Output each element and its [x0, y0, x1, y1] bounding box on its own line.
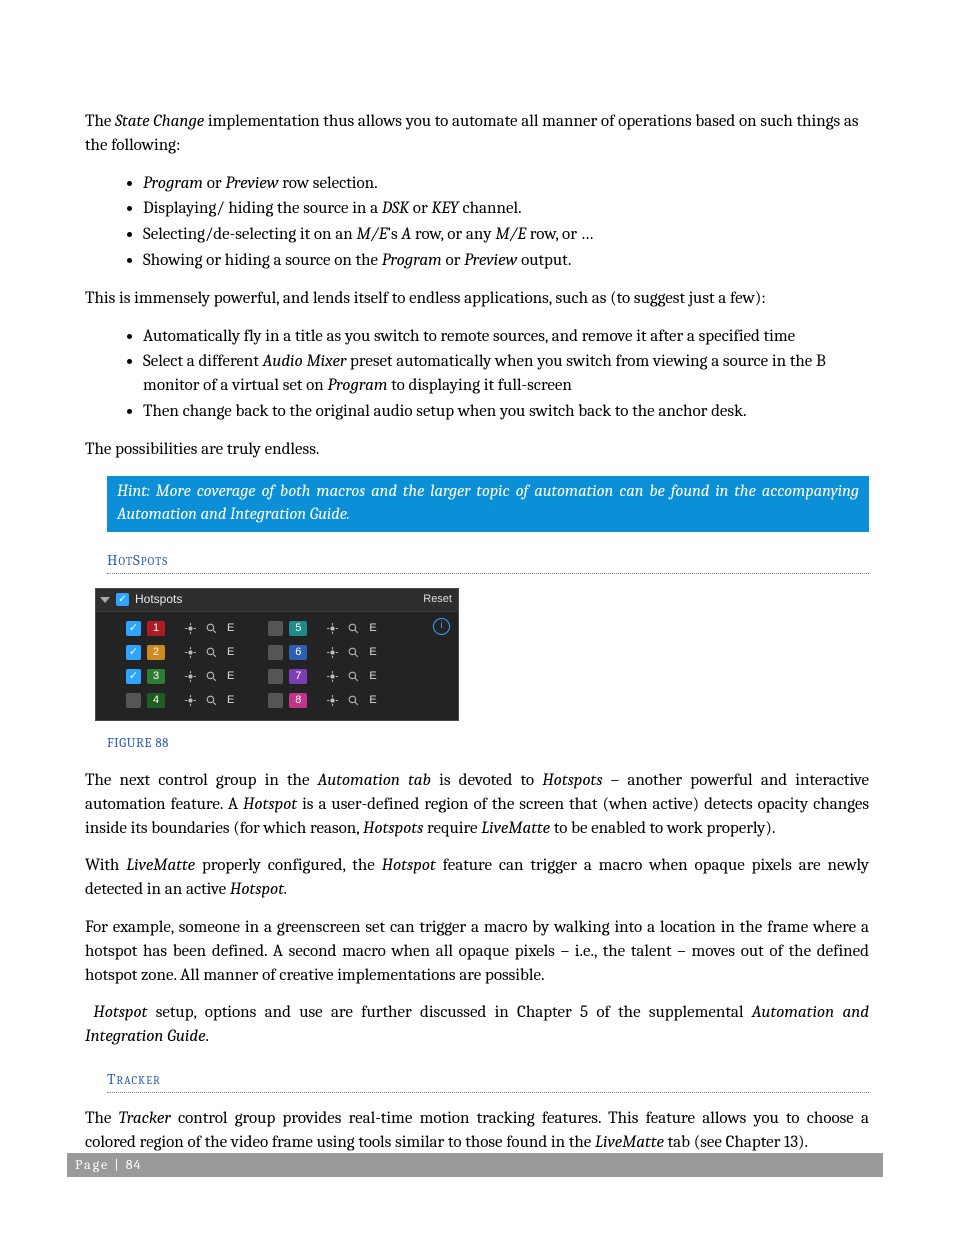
hotspot-checkbox-2[interactable]: ✓	[126, 645, 141, 660]
hotspot-row-4: 4E	[126, 692, 234, 710]
e-label[interactable]: E	[369, 669, 376, 684]
hotspots-panel-header[interactable]: ✓ Hotspots Reset	[96, 589, 458, 612]
hotspots-panel-body: i ✓1E✓2E✓3E4E 5E6E7E8E	[96, 612, 458, 720]
tracker-para-1: The Tracker control group provides real-…	[85, 1107, 869, 1155]
hotspots-panel: ✓ Hotspots Reset i ✓1E✓2E✓3E4E 5E6E7E8E	[95, 588, 459, 721]
e-label[interactable]: E	[369, 645, 376, 660]
list-item: Showing or hiding a source on the Progra…	[143, 249, 869, 273]
hotspot-number-badge-6[interactable]: 6	[289, 645, 307, 660]
hotspot-checkbox-6[interactable]	[268, 645, 283, 660]
hotspot-row-6: 6E	[268, 644, 376, 662]
zoom-icon[interactable]	[204, 669, 219, 684]
hotspot-row-1: ✓ 1 E	[126, 620, 234, 638]
zoom-icon[interactable]	[204, 693, 219, 708]
hotspots-panel-title: Hotspots	[135, 591, 182, 608]
hotspot-row-2: ✓ 2 E	[126, 644, 234, 662]
list-item: Selecting/de-selecting it on an M/E’s A …	[143, 223, 869, 247]
disclosure-triangle-icon[interactable]	[100, 597, 110, 603]
e-label[interactable]: E	[227, 645, 234, 660]
hotspots-para-1: The next control group in the Automation…	[85, 769, 869, 840]
hotspot-number-badge-2[interactable]: 2	[147, 645, 165, 660]
target-icon[interactable]	[325, 621, 340, 636]
hotspot-number-badge-1[interactable]: 1	[147, 621, 165, 636]
target-icon[interactable]	[325, 693, 340, 708]
target-icon[interactable]	[183, 669, 198, 684]
zoom-icon[interactable]	[204, 621, 219, 636]
intro-para-3: The possibilities are truly endless.	[85, 438, 869, 462]
hotspot-row-3: ✓ 3 E	[126, 668, 234, 686]
hotspots-para-4: Hotspot setup, options and use are furth…	[85, 1001, 869, 1049]
target-icon[interactable]	[183, 621, 198, 636]
list-item: Automatically fly in a title as you swit…	[143, 325, 869, 349]
hotspot-row-7: 7E	[268, 668, 376, 686]
hotspot-row-5: 5E	[268, 620, 376, 638]
target-icon[interactable]	[325, 645, 340, 660]
zoom-icon[interactable]	[346, 645, 361, 660]
hint-box: Hint: More coverage of both macros and t…	[107, 476, 869, 532]
list-item: Select a different Audio Mixer preset au…	[143, 350, 869, 398]
hotspot-checkbox-4[interactable]	[126, 693, 141, 708]
hotspot-checkbox-8[interactable]	[268, 693, 283, 708]
zoom-icon[interactable]	[346, 669, 361, 684]
target-icon[interactable]	[183, 693, 198, 708]
hotspot-checkbox-5[interactable]	[268, 621, 283, 636]
info-icon[interactable]: i	[433, 618, 450, 635]
intro-para-2: This is immensely powerful, and lends it…	[85, 287, 869, 311]
e-label[interactable]: E	[369, 693, 376, 708]
zoom-icon[interactable]	[204, 645, 219, 660]
hotspot-number-badge-7[interactable]: 7	[289, 669, 307, 684]
hotspot-number-badge-4[interactable]: 4	[147, 693, 165, 708]
hotspot-number-badge-3[interactable]: 3	[147, 669, 165, 684]
intro-list-1: Program or Preview row selection. Displa…	[85, 172, 869, 273]
hotspot-row-8: 8E	[268, 692, 376, 710]
page-footer: Page | 84	[67, 1153, 883, 1177]
e-label[interactable]: E	[227, 621, 234, 636]
hotspot-number-badge-8[interactable]: 8	[289, 693, 307, 708]
hotspot-checkbox-1[interactable]: ✓	[126, 621, 141, 636]
e-label[interactable]: E	[227, 669, 234, 684]
hotspot-checkbox-3[interactable]: ✓	[126, 669, 141, 684]
intro-para-1: The State Change implementation thus all…	[85, 110, 869, 158]
hotspots-para-2: With LiveMatte properly configured, the …	[85, 854, 869, 902]
intro-list-2: Automatically fly in a title as you swit…	[85, 325, 869, 424]
tracker-heading: Tracker	[107, 1069, 869, 1093]
list-item: Then change back to the original audio s…	[143, 400, 869, 424]
target-icon[interactable]	[183, 645, 198, 660]
figure-caption: FIGURE 88	[107, 735, 869, 753]
e-label[interactable]: E	[227, 693, 234, 708]
reset-button[interactable]: Reset	[423, 592, 452, 607]
zoom-icon[interactable]	[346, 693, 361, 708]
list-item: Program or Preview row selection.	[143, 172, 869, 196]
target-icon[interactable]	[325, 669, 340, 684]
hotspots-master-checkbox[interactable]: ✓	[116, 593, 129, 606]
hotspots-heading: HotSpots	[107, 550, 869, 574]
list-item: Displaying/ hiding the source in a DSK o…	[143, 197, 869, 221]
hotspots-para-3: For example, someone in a greenscreen se…	[85, 916, 869, 987]
hotspot-checkbox-7[interactable]	[268, 669, 283, 684]
hotspot-number-badge-5[interactable]: 5	[289, 621, 307, 636]
zoom-icon[interactable]	[346, 621, 361, 636]
e-label[interactable]: E	[369, 621, 376, 636]
